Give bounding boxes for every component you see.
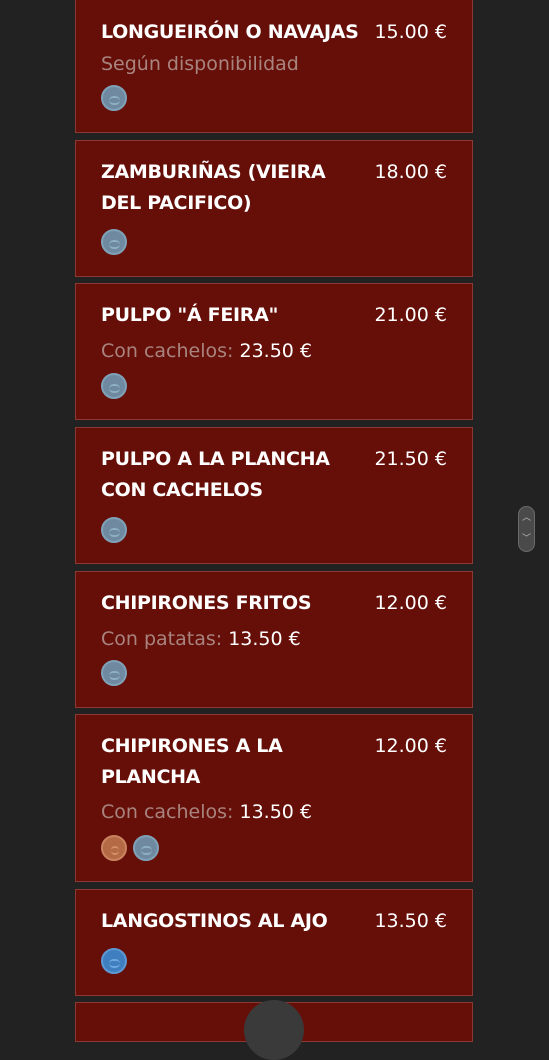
menu-item[interactable]: PULPO A LA PLANCHA CON CACHELOS 21.50 € xyxy=(75,427,473,564)
seafood-icon xyxy=(101,85,127,111)
menu-item[interactable]: ZAMBURIÑAS (VIEIRA DEL PACIFICO) 18.00 € xyxy=(75,140,473,277)
seafood-icon xyxy=(133,835,159,861)
crustacean-icon xyxy=(101,948,127,974)
menu-item[interactable]: CHIPIRONES FRITOS 12.00 € Con patatas: 1… xyxy=(75,571,473,708)
item-note: Con cachelos: 13.50 € xyxy=(101,801,313,823)
seafood-icon xyxy=(101,373,127,399)
item-name: ZAMBURIÑAS (VIEIRA DEL PACIFICO) xyxy=(101,161,326,214)
allergen-tags xyxy=(101,85,127,111)
item-price: 15.00 € xyxy=(374,21,447,43)
allergen-tags xyxy=(101,948,127,974)
item-price: 21.00 € xyxy=(374,304,447,326)
item-price: 13.50 € xyxy=(374,910,447,932)
seafood-icon xyxy=(101,660,127,686)
menu-item[interactable]: LANGOSTINOS AL AJO 13.50 € xyxy=(75,889,473,996)
item-note: Con patatas: 13.50 € xyxy=(101,628,301,650)
item-name: CHIPIRONES A LA PLANCHA xyxy=(101,735,283,788)
allergen-tags xyxy=(101,229,127,255)
item-name: PULPO "Á FEIRA" xyxy=(101,304,279,326)
item-name: LONGUEIRÓN O NAVAJAS xyxy=(101,21,359,43)
menu-list: LONGUEIRÓN O NAVAJAS 15.00 € Según dispo… xyxy=(0,0,549,1042)
item-name: PULPO A LA PLANCHA CON CACHELOS xyxy=(101,448,330,501)
item-price: 21.50 € xyxy=(374,448,447,470)
item-name: LANGOSTINOS AL AJO xyxy=(101,910,328,932)
allergen-tags xyxy=(101,835,159,861)
menu-item[interactable]: PULPO "Á FEIRA" 21.00 € Con cachelos: 23… xyxy=(75,283,473,420)
item-note: Según disponibilidad xyxy=(101,53,299,75)
seafood-icon xyxy=(101,229,127,255)
gluten-icon xyxy=(101,835,127,861)
item-price: 12.00 € xyxy=(374,592,447,614)
chevron-down-icon: ﹀ xyxy=(522,534,532,544)
allergen-tags xyxy=(101,373,127,399)
menu-item[interactable]: CHIPIRONES A LA PLANCHA 12.00 € Con cach… xyxy=(75,714,473,882)
allergen-tags xyxy=(101,517,127,543)
item-note-price: 23.50 € xyxy=(239,340,313,362)
floating-action-button[interactable] xyxy=(244,1000,304,1060)
item-price: 12.00 € xyxy=(374,735,447,757)
item-name: CHIPIRONES FRITOS xyxy=(101,592,312,614)
item-note: Con cachelos: 23.50 € xyxy=(101,340,313,362)
item-note-price: 13.50 € xyxy=(239,801,313,823)
item-price: 18.00 € xyxy=(374,161,447,183)
seafood-icon xyxy=(101,517,127,543)
item-note-price: 13.50 € xyxy=(228,628,301,650)
scroll-handle[interactable]: ︿ ﹀ xyxy=(518,506,535,552)
allergen-tags xyxy=(101,660,127,686)
chevron-up-icon: ︿ xyxy=(522,513,532,523)
menu-item[interactable]: LONGUEIRÓN O NAVAJAS 15.00 € Según dispo… xyxy=(75,0,473,133)
